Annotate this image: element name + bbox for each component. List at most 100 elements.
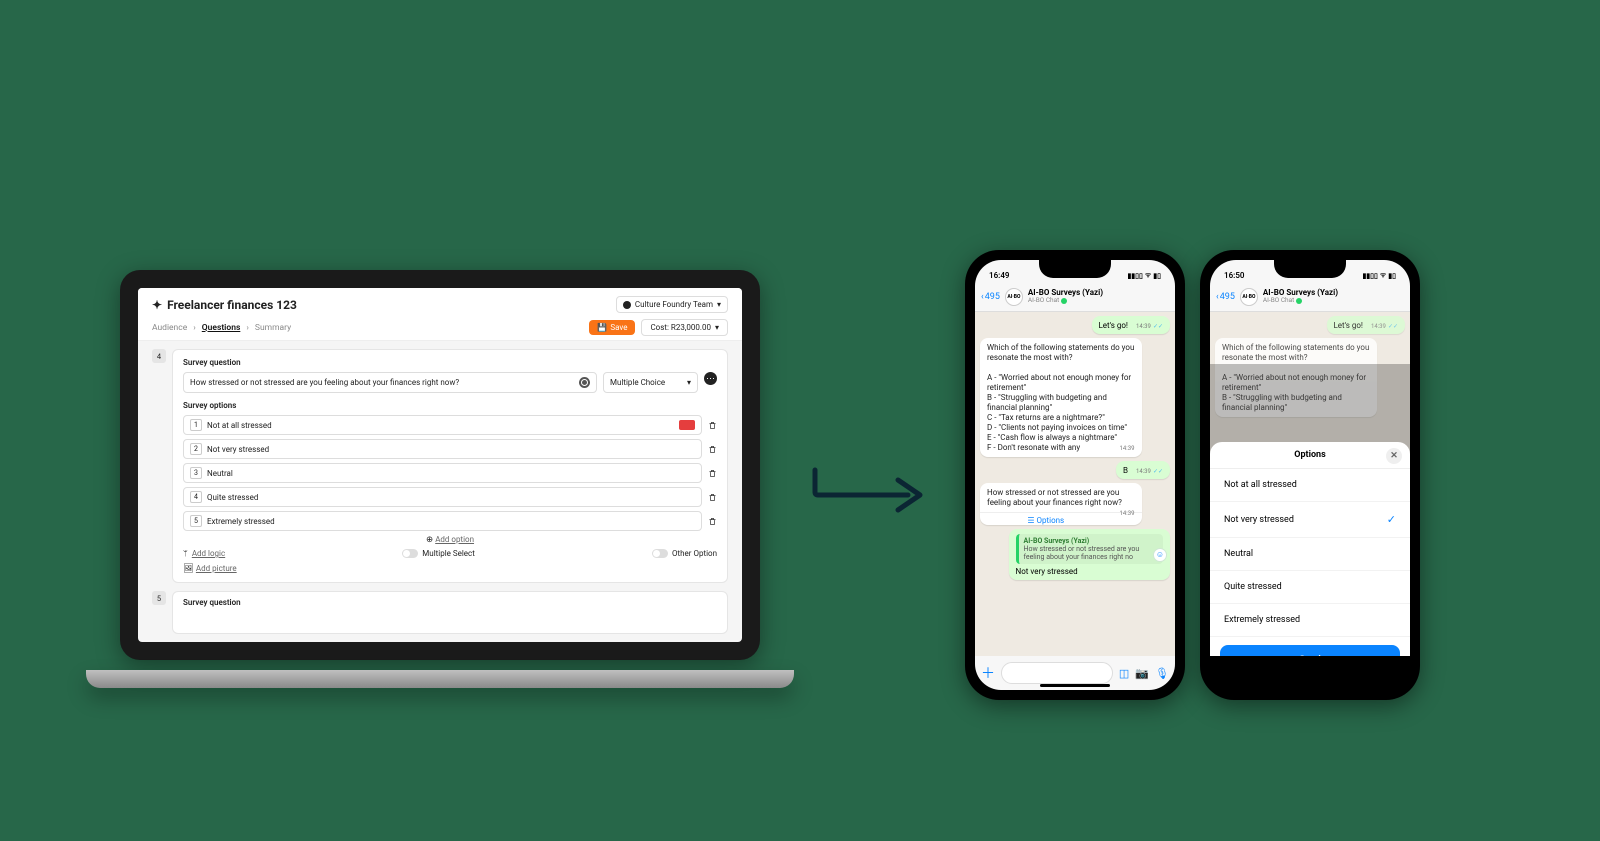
question-card-collapsed[interactable]: Survey question [172, 591, 728, 634]
laptop-bezel: Freelancer finances 123 Culture Foundry … [120, 270, 760, 660]
read-checks-icon: ✓✓ [1153, 323, 1163, 330]
chat-header: ‹ 495 AI·BO AI-BO Surveys (Yazi) AI-BO C… [975, 282, 1175, 312]
message-out-reply[interactable]: AI-BO Surveys (Yazi) How stressed or not… [1009, 529, 1171, 580]
cost-label: Cost: R23,000.00 [650, 323, 711, 332]
option-input[interactable]: 4Quite stressed [183, 487, 702, 507]
phone-notch [1039, 260, 1111, 278]
question-text: How stressed or not stressed are you fee… [190, 378, 459, 387]
reply-quote-title: AI-BO Surveys (Yazi) [1024, 537, 1159, 545]
toggle-icon [402, 549, 418, 558]
send-button[interactable]: Send [1220, 645, 1400, 656]
option-input[interactable]: 5Extremely stressed [183, 511, 702, 531]
back-button[interactable]: ‹ 495 [981, 292, 1000, 302]
cost-display[interactable]: Cost: R23,000.00 ▾ [641, 319, 728, 336]
save-icon: 💾 [597, 323, 607, 332]
back-button[interactable]: ‹ 495 [1216, 292, 1235, 302]
list-icon: ☰ [1027, 516, 1036, 525]
other-option-toggle[interactable]: Other Option [652, 549, 717, 558]
crumb-summary[interactable]: Summary [255, 323, 291, 333]
chevron-down-icon: ▾ [687, 378, 691, 387]
compose-input[interactable] [1001, 662, 1113, 684]
close-button[interactable]: ✕ [1386, 448, 1402, 464]
option-label: Neutral [207, 469, 233, 478]
survey-question-label: Survey question [183, 358, 717, 367]
mic-icon[interactable]: 🎙 [1155, 667, 1169, 680]
message-text: How stressed or not stressed are you fee… [987, 488, 1122, 507]
step-number-badge[interactable]: 5 [152, 591, 166, 605]
verified-icon [1296, 298, 1302, 304]
picture-icon: 🖼 [183, 564, 194, 574]
option-number: 2 [190, 443, 202, 455]
battery-icon: ▮▯ [1153, 272, 1161, 280]
add-logic-link[interactable]: ᛘ Add logic [183, 549, 225, 558]
chat-header: ‹ 495 AI·BO AI-BO Surveys (Yazi) AI-BO C… [1210, 282, 1410, 312]
attach-button[interactable]: ＋ [981, 663, 995, 683]
trash-icon[interactable] [708, 421, 717, 430]
option-label: Not very stressed [207, 445, 269, 454]
step-number-badge[interactable]: 4 [152, 349, 166, 363]
trash-icon[interactable] [708, 445, 717, 454]
save-button-label: Save [610, 323, 627, 332]
sheet-option[interactable]: Quite stressed [1210, 571, 1410, 604]
media-icon[interactable] [679, 420, 695, 430]
options-button[interactable]: ☰ Options [980, 512, 1142, 529]
save-button[interactable]: 💾 Save [589, 320, 635, 335]
trash-icon[interactable] [708, 469, 717, 478]
message-text: Let's go! [1334, 321, 1363, 330]
breadcrumbs: Audience › Questions › Summary [152, 323, 291, 333]
laptop-mock: Freelancer finances 123 Culture Foundry … [120, 270, 760, 690]
read-checks-icon: ✓✓ [1153, 468, 1163, 475]
crumb-audience[interactable]: Audience [152, 323, 187, 333]
sheet-option[interactable]: Not very stressed✓ [1210, 502, 1410, 538]
sheet-option[interactable]: Neutral [1210, 538, 1410, 571]
message-text: Which of the following statements do you… [987, 343, 1134, 452]
status-time: 16:50 [1224, 271, 1244, 280]
contact-avatar[interactable]: AI·BO [1240, 288, 1258, 306]
message-text: B [1123, 466, 1128, 475]
sticker-icon[interactable]: ◫ [1119, 667, 1129, 680]
page-title: Freelancer finances 123 [152, 298, 297, 312]
option-number: 3 [190, 467, 202, 479]
camera-icon[interactable]: 📷 [1135, 667, 1149, 680]
record-icon[interactable] [579, 377, 590, 388]
add-option-link[interactable]: Add option [435, 535, 474, 544]
signal-icon: ▮▮▯▯ [1127, 272, 1142, 280]
message-in[interactable]: Which of the following statements do you… [980, 338, 1142, 457]
chevron-left-icon: ‹ [1216, 292, 1219, 302]
question-more-button[interactable]: ⋯ [704, 372, 717, 385]
sheet-option[interactable]: Not at all stressed [1210, 469, 1410, 502]
option-row: 4Quite stressed [183, 487, 717, 507]
contact-subtitle: AI-BO Chat [1263, 297, 1294, 304]
question-type-select[interactable]: Multiple Choice ▾ [603, 372, 698, 393]
option-input[interactable]: 1Not at all stressed [183, 415, 702, 435]
message-out: Let's go! 14:39✓✓ [1327, 316, 1406, 334]
add-option-icon: ⊕ [426, 535, 433, 545]
sheet-option-label: Quite stressed [1224, 582, 1282, 592]
message-out[interactable]: Let's go! 14:39✓✓ [1092, 316, 1171, 334]
option-input[interactable]: 3 Neutral [183, 463, 702, 483]
message-out[interactable]: B 14:39✓✓ [1116, 461, 1170, 479]
sheet-option-label: Neutral [1224, 549, 1253, 559]
message-in-with-options[interactable]: How stressed or not stressed are you fee… [980, 483, 1142, 525]
emoji-react-icon[interactable]: ☺ [1153, 548, 1167, 562]
sheet-options-list: Not at all stressed Not very stressed✓ Neu… [1210, 469, 1410, 637]
team-selector[interactable]: Culture Foundry Team ▾ [616, 296, 728, 313]
contact-avatar[interactable]: AI·BO [1005, 288, 1023, 306]
trash-icon[interactable] [708, 517, 717, 526]
trash-icon[interactable] [708, 493, 717, 502]
chat-body[interactable]: Let's go! 14:39✓✓ Which of the following… [975, 312, 1175, 656]
question-input[interactable]: How stressed or not stressed are you fee… [183, 372, 597, 393]
add-picture-link[interactable]: Add picture [196, 564, 237, 573]
sheet-option[interactable]: Extremely stressed [1210, 604, 1410, 637]
multiple-select-toggle[interactable]: Multiple Select [402, 549, 475, 558]
option-input[interactable]: 2 Not very stressed [183, 439, 702, 459]
crumb-questions[interactable]: Questions [202, 323, 241, 333]
option-number: 5 [190, 515, 202, 527]
verified-icon [1061, 298, 1067, 304]
phone-mock-chat: 16:49 ▮▮▯▯ ᯤ ▮▯ ‹ 495 AI·BO AI-BO Survey… [965, 250, 1185, 700]
sheet-option-label: Extremely stressed [1224, 615, 1300, 625]
toggle-icon [652, 549, 668, 558]
sheet-option-label: Not at all stressed [1224, 480, 1297, 490]
app-header: Freelancer finances 123 Culture Foundry … [138, 288, 742, 341]
battery-icon: ▮▯ [1388, 272, 1396, 280]
